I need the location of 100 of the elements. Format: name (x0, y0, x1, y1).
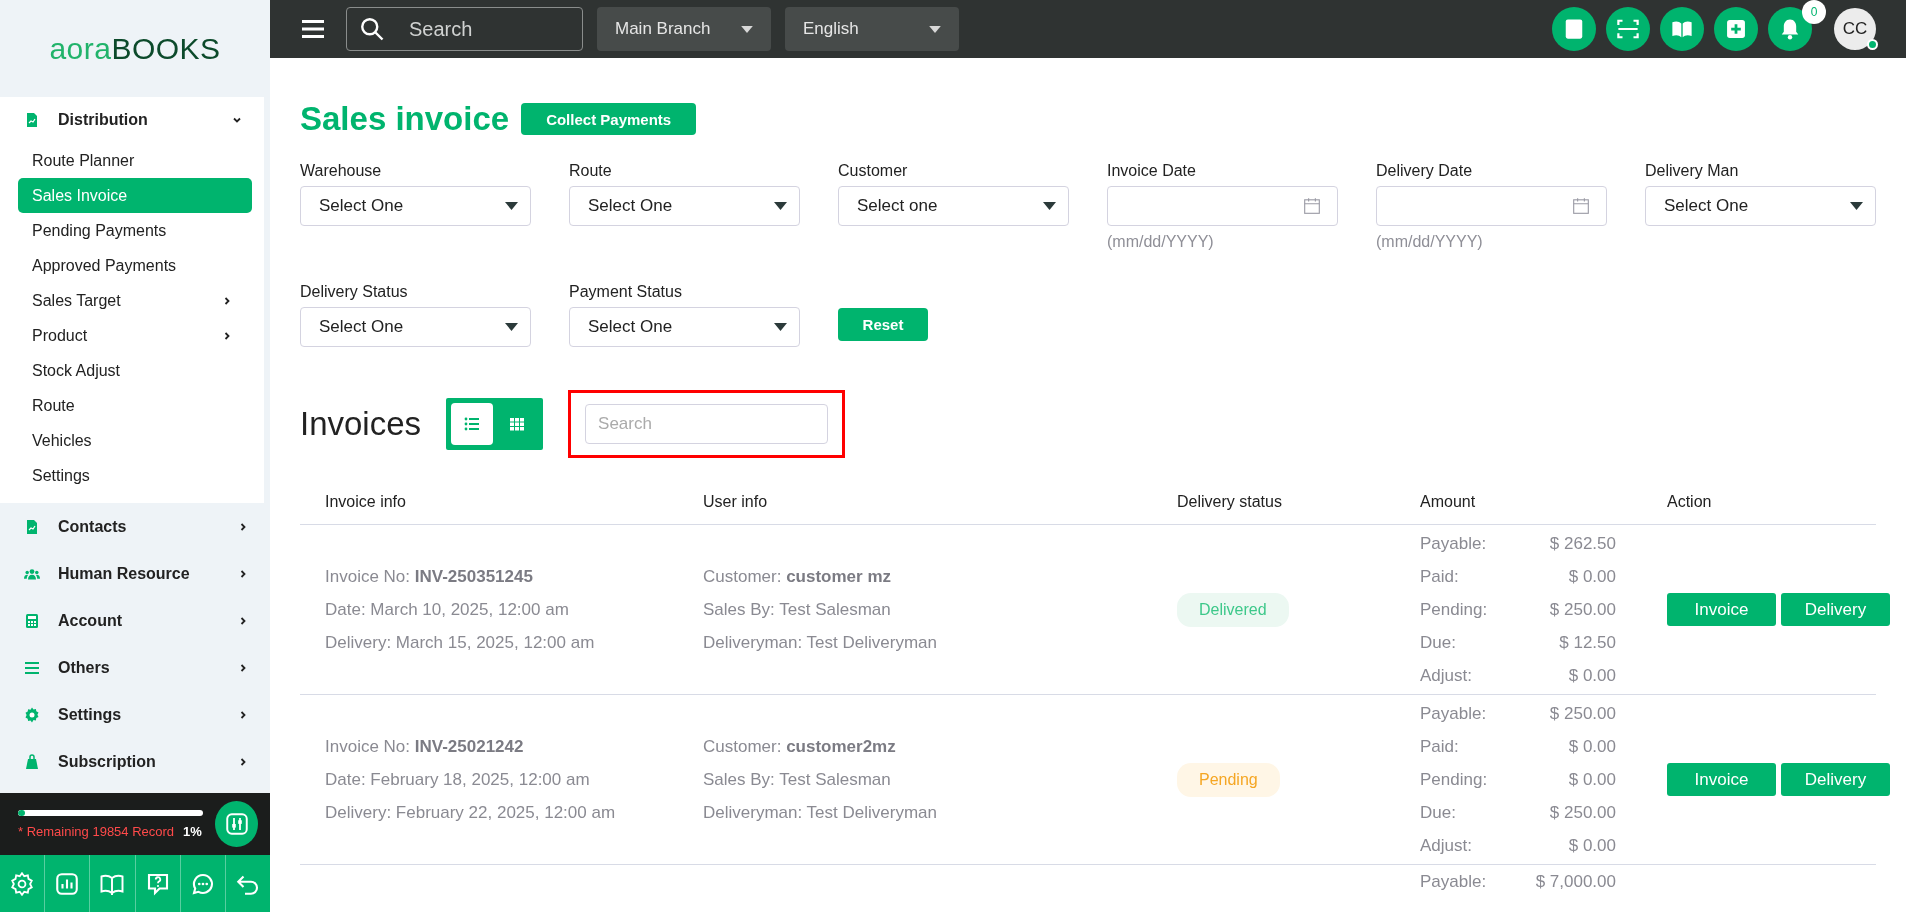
amount-label: Adjust: (1420, 665, 1472, 687)
column-header: Invoice info (324, 492, 407, 511)
user-info-text: Deliveryman: Test Deliveryman (703, 802, 938, 824)
menu-item[interactable]: Route Planner (18, 143, 252, 178)
chevron-right-icon (238, 756, 248, 767)
menu-group[interactable]: Subscription (0, 738, 270, 785)
sliders-button[interactable] (215, 801, 258, 847)
book-button[interactable] (1660, 7, 1704, 51)
menu-item[interactable]: Route (18, 388, 252, 423)
user-info-text: Customer: customer mz (703, 566, 892, 588)
menu-group[interactable]: Distribution (0, 97, 264, 143)
menu-item[interactable]: Settings (18, 458, 252, 493)
menu-item[interactable]: Vehicles (18, 423, 252, 458)
section-title: Invoices (300, 405, 422, 443)
caret-icon (929, 25, 941, 33)
column-header: Delivery status (1177, 492, 1283, 511)
select-field[interactable]: Select One (569, 307, 800, 347)
amount-value: $ 250.00 (1549, 802, 1616, 824)
chevron-right-icon (238, 709, 248, 720)
document-icon (24, 518, 40, 535)
menu-group[interactable]: Others (0, 644, 270, 691)
user-info-text: Sales By: Test Salesman (703, 769, 892, 791)
add-button[interactable] (1714, 7, 1758, 51)
field-hint: (mm/dd/YYYY) (1107, 233, 1215, 251)
chevron-right-icon (238, 615, 248, 626)
list-icon (24, 659, 40, 676)
menu-item[interactable]: Sales Target (18, 283, 252, 318)
select-field[interactable]: Select One (569, 186, 800, 226)
caret-icon (1043, 202, 1056, 210)
amount-value: $ 0.00 (1568, 566, 1616, 588)
field-label: Delivery Status (300, 283, 409, 301)
menu-item[interactable]: Stock Adjust (18, 353, 252, 388)
caret-icon (774, 323, 787, 331)
amount-label: Adjust: (1420, 835, 1472, 857)
amount-label: Pending: (1420, 599, 1488, 621)
menu-group[interactable]: Human Resource (0, 550, 270, 597)
amount-value: $ 0.00 (1568, 769, 1616, 791)
invoice-info-text: Delivery: March 15, 2025, 12:00 am (325, 632, 596, 654)
invoice-info-text: Invoice No: INV-25021242 (325, 736, 525, 758)
scan-button[interactable] (1606, 7, 1650, 51)
menu-group[interactable]: Account (0, 597, 270, 644)
amount-value: $ 250.00 (1549, 703, 1616, 725)
date-field[interactable] (1107, 186, 1338, 226)
field-label: Customer (838, 162, 909, 180)
select-field[interactable]: Select one (838, 186, 1069, 226)
amount-label: Payable: (1420, 703, 1487, 725)
chevron-right-icon (238, 521, 248, 532)
grid-icon (509, 416, 526, 432)
amount-label: Payable: (1420, 533, 1487, 555)
select-field[interactable]: Select One (300, 186, 531, 226)
book-icon (1671, 18, 1693, 40)
page-title: Sales invoice (300, 100, 510, 138)
user-info-text: Deliveryman: Test Deliveryman (703, 632, 938, 654)
invoice-info-text: Date: February 18, 2025, 12:00 am (325, 769, 591, 791)
search-field[interactable]: Search (346, 7, 583, 51)
column-header: Amount (1420, 492, 1477, 511)
status-badge: Delivered (1177, 592, 1289, 627)
amount-value: $ 250.00 (1549, 599, 1616, 621)
menu-item[interactable]: Product (18, 318, 252, 353)
calendar-icon (1303, 197, 1321, 215)
caret-icon (505, 202, 518, 210)
language-dropdown[interactable]: English (785, 7, 959, 51)
menu-group[interactable]: Contacts (0, 503, 270, 550)
amount-value: $ 12.50 (1559, 632, 1616, 654)
column-header: Action (1667, 492, 1713, 511)
menu-button[interactable] (302, 17, 326, 41)
amount-label: Paid: (1420, 736, 1459, 758)
column-header: User info (703, 492, 769, 511)
amount-value: $ 0.00 (1568, 736, 1616, 758)
field-hint: (mm/dd/YYYY) (1376, 233, 1484, 251)
logo: aoraBOOKS (49, 31, 221, 66)
notifications-button[interactable] (1768, 7, 1812, 51)
bag-icon (24, 753, 40, 770)
amount-label: Due: (1420, 802, 1456, 824)
avatar[interactable]: CC (1834, 8, 1876, 50)
invoice-info-text: Invoice No: INV-250351245 (325, 566, 534, 588)
field-label: Warehouse (300, 162, 383, 180)
caret-icon (1850, 202, 1863, 210)
amount-value: $ 7,000.00 (1535, 871, 1616, 893)
percent-text: 1% (183, 823, 202, 839)
select-field[interactable]: Select One (300, 307, 531, 347)
caret-icon (774, 202, 787, 210)
settings-icon (10, 871, 35, 896)
amount-label: Pending: (1420, 769, 1488, 791)
remaining-text: * Remaining 19854 Record (18, 823, 175, 839)
branch-dropdown[interactable]: Main Branch (597, 7, 771, 51)
chevron-down-icon (232, 115, 242, 125)
document-icon (24, 112, 40, 128)
menu-item[interactable]: Approved Payments (18, 248, 252, 283)
menu-item[interactable]: Pending Payments (18, 213, 252, 248)
select-field[interactable]: Select One (1645, 186, 1876, 226)
date-field[interactable] (1376, 186, 1607, 226)
scan-icon (1617, 18, 1639, 40)
caret-icon (741, 25, 753, 33)
list-icon (464, 416, 481, 432)
list-view-button[interactable] (451, 403, 494, 445)
calendar-icon (1572, 197, 1590, 215)
menu-group[interactable]: Settings (0, 691, 270, 738)
invoice-info-text: Delivery: February 22, 2025, 12:00 am (325, 802, 617, 824)
calculator-button[interactable] (1552, 7, 1596, 51)
